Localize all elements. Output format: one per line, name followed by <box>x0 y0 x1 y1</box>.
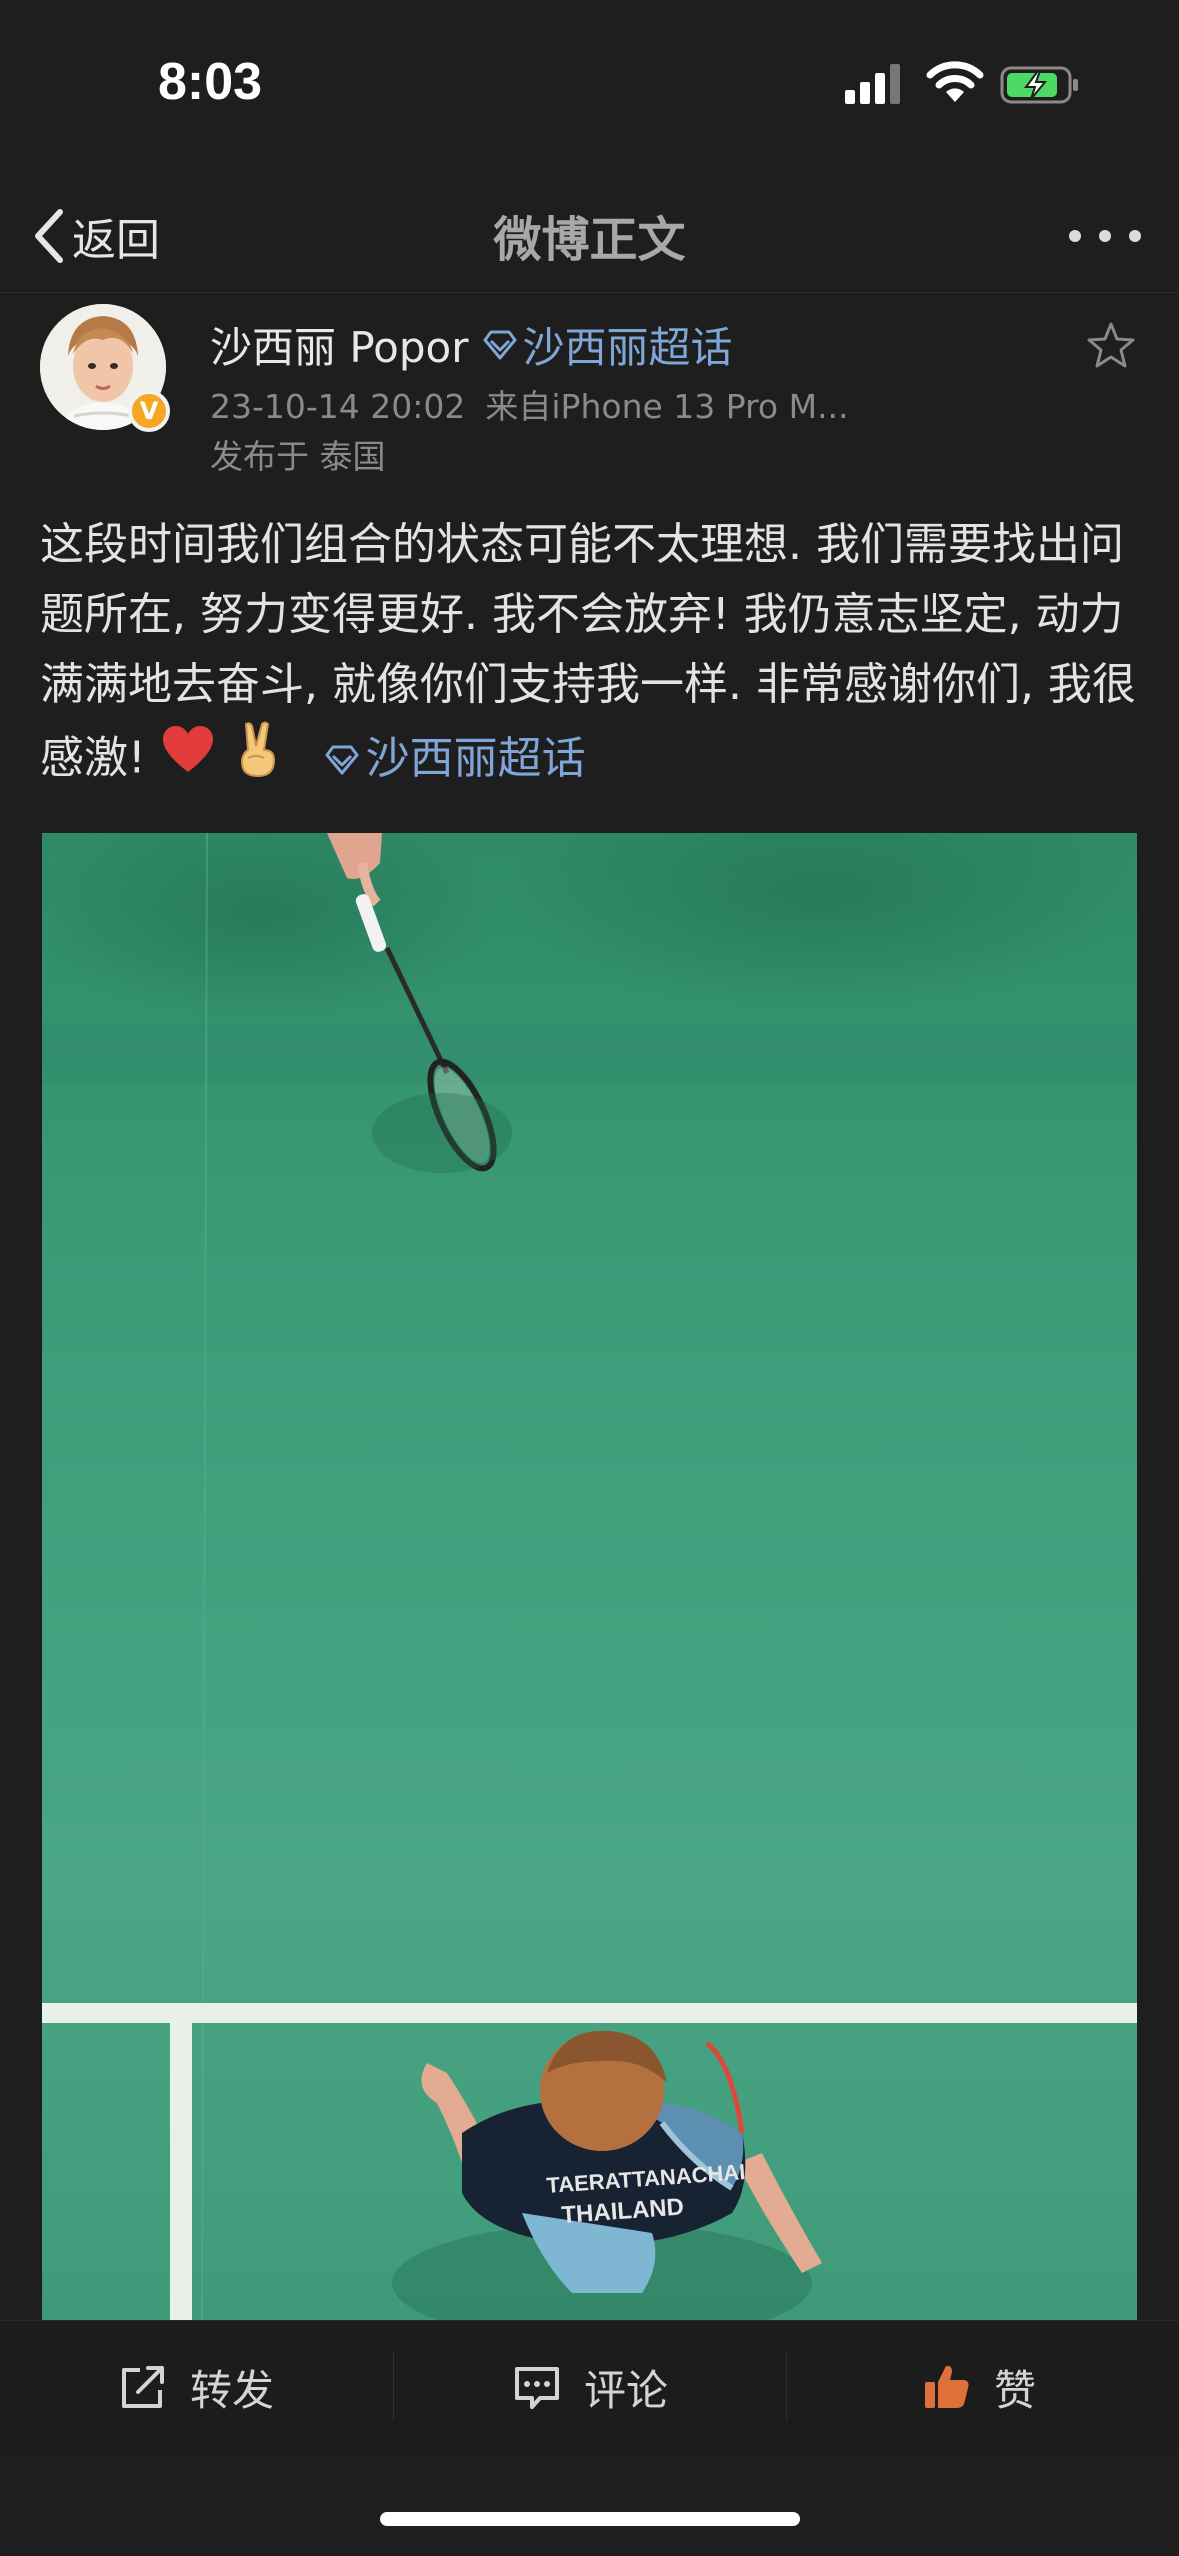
heart-icon <box>162 726 213 772</box>
like-button[interactable]: 赞 <box>922 2359 1036 2415</box>
cellular-signal-icon <box>845 64 900 104</box>
repost-label: 转发 <box>190 2365 275 2415</box>
divider <box>393 2351 394 2421</box>
diamond-icon <box>483 330 517 359</box>
inline-topic-label: 沙西丽超话 <box>365 732 586 784</box>
comment-button[interactable]: 评论 <box>512 2359 668 2415</box>
post-source: 来自iPhone 13 Pro M... <box>485 387 849 426</box>
like-label: 赞 <box>994 2365 1037 2415</box>
victory-hand-icon <box>240 721 275 778</box>
more-options-button[interactable] <box>1069 220 1141 252</box>
badminton-court-photo: TAERATTANACHAI THAILAND <box>42 833 1137 2320</box>
post-timestamp: 23-10-14 20:02 <box>210 387 466 426</box>
clock: 8:03 <box>158 53 263 111</box>
post-header: V 沙西丽 Popor 沙西丽超话 23-10-14 20:02 来自iPhone… <box>0 300 1179 480</box>
action-toolbar: 转发 评论 赞 <box>0 2320 1179 2451</box>
nav-bar: 返回 微博正文 <box>0 180 1179 293</box>
page-title: 微博正文 <box>493 212 686 268</box>
diamond-icon <box>325 745 359 774</box>
status-bar: 8:03 <box>0 0 1179 150</box>
share-icon <box>122 2366 164 2408</box>
red-heart-emoji <box>160 724 216 797</box>
name-row: 沙西丽 Popor 沙西丽超话 <box>210 314 733 375</box>
inline-super-topic-link[interactable]: 沙西丽超话 <box>300 733 586 784</box>
post-body: 这段时间我们组合的状态可能不太理想. 我们需要找出问题所在, 努力变得更好. 我… <box>40 510 1150 801</box>
wifi-icon <box>926 61 984 102</box>
battery-charging-icon <box>1000 66 1078 104</box>
more-dot-icon <box>1129 230 1141 242</box>
divider <box>786 2351 787 2421</box>
star-icon[interactable] <box>1085 320 1137 372</box>
comment-icon <box>515 2367 559 2409</box>
super-topic-link[interactable]: 沙西丽超话 <box>523 314 733 375</box>
post-image[interactable]: TAERATTANACHAI THAILAND <box>42 833 1137 2320</box>
comment-label: 评论 <box>584 2365 669 2415</box>
post-location: 发布于 泰国 <box>210 437 386 476</box>
post-meta: 23-10-14 20:02 来自iPhone 13 Pro M... <box>210 380 849 428</box>
thumbs-up-icon <box>925 2365 969 2408</box>
username[interactable]: 沙西丽 Popor <box>210 314 469 375</box>
victory-hand-emoji <box>230 720 286 801</box>
more-dot-icon <box>1099 230 1111 242</box>
repost-button[interactable]: 转发 <box>118 2359 274 2415</box>
home-indicator[interactable] <box>380 2512 800 2526</box>
more-dot-icon <box>1069 230 1081 242</box>
verified-badge: V <box>128 390 170 432</box>
